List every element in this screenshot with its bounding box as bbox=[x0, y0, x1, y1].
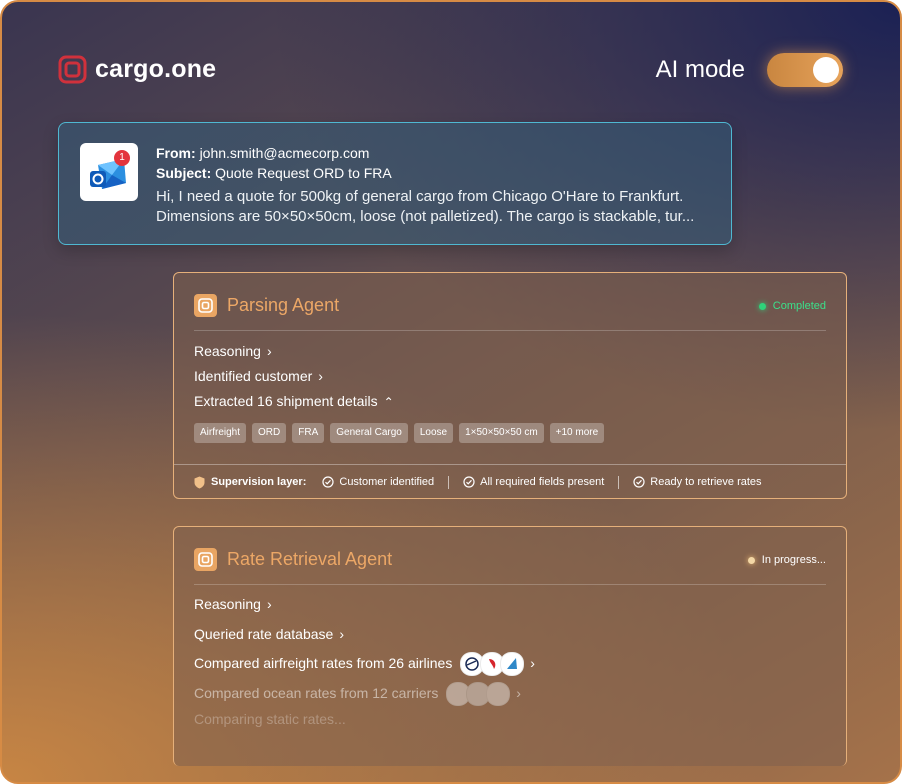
supervision-check: All required fields present bbox=[463, 476, 604, 488]
identified-customer-row[interactable]: Identified customer › bbox=[194, 367, 323, 385]
supervision-check-label: Ready to retrieve rates bbox=[650, 476, 762, 488]
status-dot bbox=[758, 302, 766, 310]
subject-text: Quote Request ORD to FRA bbox=[215, 165, 392, 181]
queried-database-label: Queried rate database bbox=[194, 626, 334, 642]
from-label: From: bbox=[156, 145, 196, 161]
static-rates-row: Comparing static rates... bbox=[194, 710, 346, 728]
app-frame: cargo.one AI mode 1 From: john.smith@acm… bbox=[0, 0, 902, 784]
check-circle-icon bbox=[322, 476, 334, 488]
rate-agent-header: Rate Retrieval Agent In progress... bbox=[194, 548, 826, 585]
chevron-right-icon: › bbox=[266, 343, 272, 359]
status-badge: In progress... bbox=[747, 553, 826, 567]
divider bbox=[448, 475, 450, 489]
status-dot bbox=[747, 556, 755, 564]
outlook-icon: 1 bbox=[80, 143, 138, 201]
subject-label: Subject: bbox=[156, 165, 212, 181]
chevron-right-icon: › bbox=[266, 596, 272, 612]
ai-mode-control: AI mode bbox=[656, 53, 843, 87]
email-from: From: john.smith@acmecorp.com bbox=[156, 143, 716, 163]
toggle-knob bbox=[813, 57, 839, 83]
chip: FRA bbox=[292, 423, 325, 443]
chip: Airfreight bbox=[194, 423, 247, 443]
airline-logo-icon bbox=[500, 652, 525, 677]
reasoning-row[interactable]: Reasoning › bbox=[194, 595, 272, 613]
reasoning-label: Reasoning bbox=[194, 596, 261, 612]
email-message: Hi, I need a quote for 500kg of general … bbox=[156, 188, 695, 225]
supervision-title: Supervision layer: bbox=[211, 476, 307, 488]
chip: ORD bbox=[252, 423, 287, 443]
cargo-one-logo-icon bbox=[58, 55, 87, 84]
email-subject: Subject: Quote Request ORD to FRA bbox=[156, 163, 716, 183]
supervision-check-label: All required fields present bbox=[480, 476, 605, 488]
queried-database-row[interactable]: Queried rate database › bbox=[194, 625, 344, 643]
supervision-layer: Supervision layer: Customer identified A… bbox=[174, 464, 846, 499]
status-text: Completed bbox=[772, 300, 826, 312]
check-circle-icon bbox=[633, 476, 645, 488]
airline-logos bbox=[460, 652, 525, 677]
email-content: From: john.smith@acmecorp.com Subject: Q… bbox=[156, 143, 716, 227]
rate-agent-title: Rate Retrieval Agent bbox=[227, 549, 393, 569]
parsing-agent-card: Parsing Agent Completed Reasoning › Ident… bbox=[173, 272, 847, 499]
email-card[interactable]: 1 From: john.smith@acmecorp.com Subject:… bbox=[58, 122, 732, 245]
unread-badge: 1 bbox=[114, 150, 130, 166]
status-badge: Completed bbox=[758, 299, 826, 313]
ocean-rates-row[interactable]: Compared ocean rates from 12 carriers › bbox=[194, 681, 521, 707]
ocean-rates-label: Compared ocean rates from 12 carriers bbox=[194, 685, 439, 701]
chip: General Cargo bbox=[330, 423, 408, 443]
from-address: john.smith@acmecorp.com bbox=[199, 145, 370, 161]
parsing-agent-header: Parsing Agent Completed bbox=[194, 294, 826, 331]
agent-icon bbox=[194, 548, 217, 571]
airfreight-rates-row[interactable]: Compared airfreight rates from 26 airlin… bbox=[194, 651, 535, 677]
carrier-logo-icon bbox=[486, 682, 511, 707]
airfreight-rates-label: Compared airfreight rates from 26 airlin… bbox=[194, 655, 453, 671]
chevron-right-icon: › bbox=[339, 626, 344, 642]
more-chip[interactable]: +10 more bbox=[549, 423, 605, 443]
chevron-right-icon: › bbox=[530, 655, 535, 671]
chip: Loose bbox=[413, 423, 454, 443]
chip: 1×50×50×50 cm bbox=[459, 423, 544, 443]
reasoning-label: Reasoning bbox=[194, 343, 261, 359]
chevron-up-icon: ⌃ bbox=[383, 395, 394, 409]
brand-logo: cargo.one bbox=[58, 55, 216, 84]
ai-mode-toggle[interactable] bbox=[767, 53, 843, 87]
chevron-right-icon: › bbox=[516, 685, 521, 701]
parsing-agent-title: Parsing Agent bbox=[227, 295, 340, 315]
extracted-details-label: Extracted 16 shipment details bbox=[194, 393, 378, 409]
shield-icon bbox=[194, 476, 205, 488]
extracted-details-row[interactable]: Extracted 16 shipment details ⌃ bbox=[194, 392, 394, 411]
chevron-right-icon: › bbox=[318, 368, 323, 384]
supervision-check-label: Customer identified bbox=[339, 476, 435, 488]
supervision-check: Customer identified bbox=[322, 476, 434, 488]
reasoning-row[interactable]: Reasoning › bbox=[194, 342, 272, 360]
brand-name: cargo.one bbox=[95, 55, 217, 83]
status-text: In progress... bbox=[761, 554, 826, 566]
agent-icon bbox=[194, 294, 217, 317]
ai-mode-label: AI mode bbox=[655, 56, 745, 83]
rate-retrieval-agent-card: Rate Retrieval Agent In progress... Reas… bbox=[173, 526, 847, 766]
supervision-check: Ready to retrieve rates bbox=[633, 476, 762, 488]
carrier-logos bbox=[446, 682, 511, 707]
static-rates-label: Comparing static rates... bbox=[194, 711, 346, 727]
check-circle-icon bbox=[463, 476, 475, 488]
identified-customer-label: Identified customer bbox=[194, 368, 313, 384]
shipment-detail-chips: Airfreight ORD FRA General Cargo Loose 1… bbox=[194, 423, 605, 443]
divider bbox=[618, 475, 620, 489]
